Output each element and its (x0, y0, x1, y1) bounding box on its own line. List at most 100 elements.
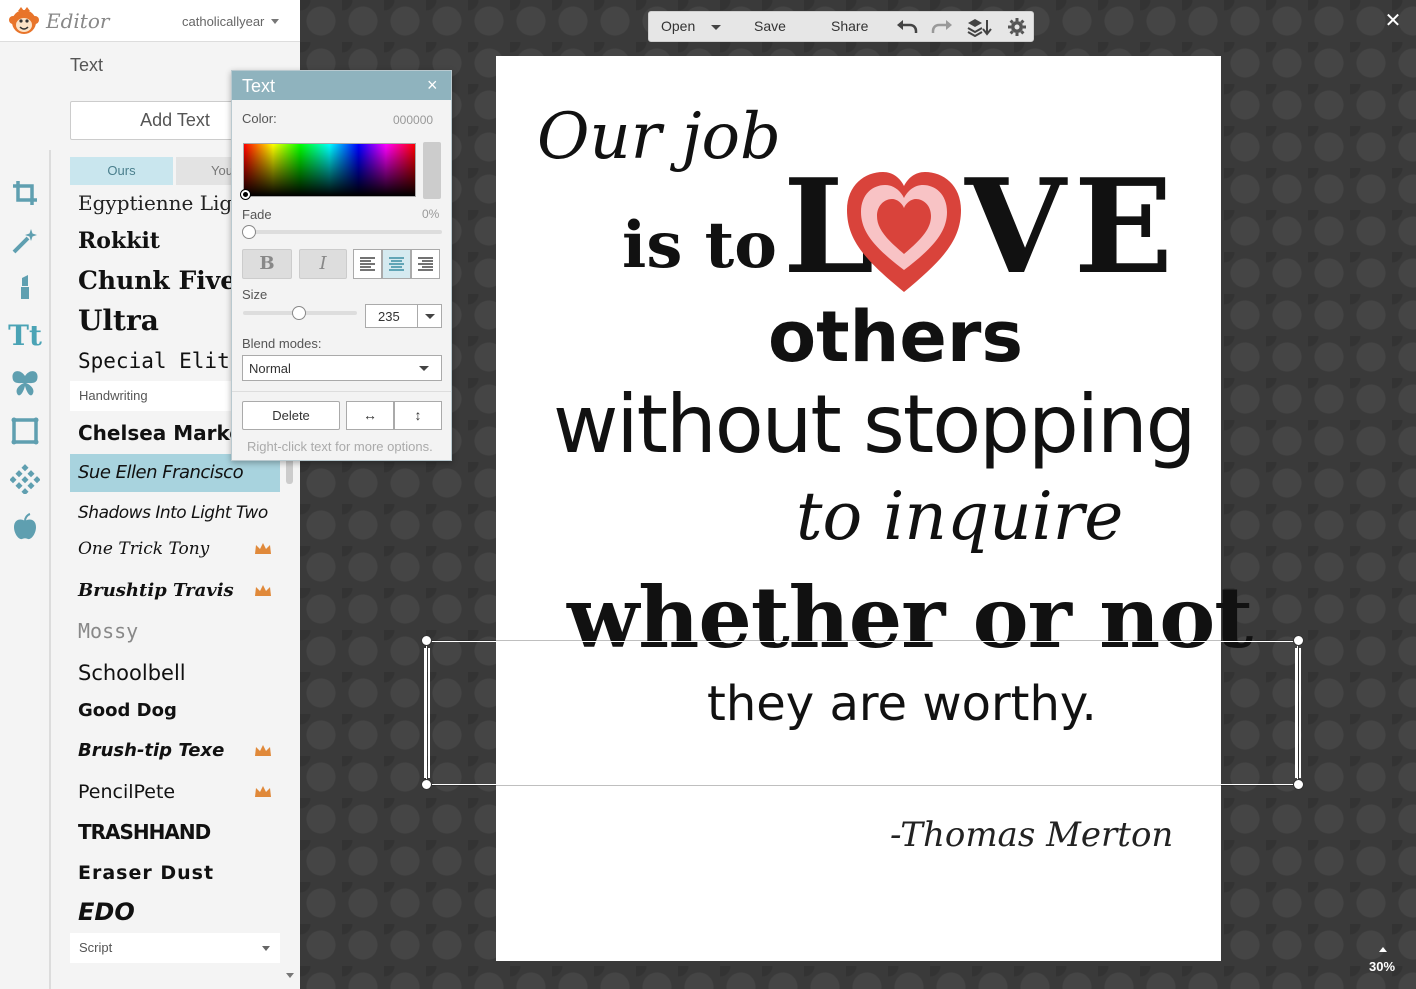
redo-icon[interactable] (931, 17, 953, 37)
quote-line-without-stopping[interactable]: without stopping (553, 378, 1196, 471)
size-slider-knob[interactable] (292, 306, 306, 320)
font-item-one-trick-tony[interactable]: One Trick Tony (70, 530, 280, 568)
quote-line-our-job[interactable]: Our job (537, 100, 781, 174)
divider (232, 391, 451, 392)
color-picker-marker[interactable] (241, 190, 250, 199)
app-header: Editor catholicallyear (0, 0, 300, 42)
monkey-logo-icon[interactable] (8, 6, 40, 36)
flip-horizontal-button[interactable]: ↔ (346, 401, 394, 430)
crown-icon (255, 585, 271, 596)
align-right-button[interactable] (411, 249, 440, 279)
color-spectrum[interactable] (243, 143, 416, 197)
crop-tool[interactable] (8, 176, 42, 210)
font-name: Brush-tip Texe (78, 740, 225, 761)
main-toolbar: Open Save Share (648, 11, 1034, 42)
overlays-tool[interactable] (8, 366, 42, 400)
align-right-icon (418, 257, 433, 271)
quote-author[interactable]: -Thomas Merton (890, 815, 1173, 855)
close-icon[interactable]: × (427, 75, 438, 96)
font-name: PencilPete (78, 781, 176, 803)
align-left-button[interactable] (353, 249, 382, 279)
bold-button[interactable]: B (242, 249, 292, 279)
font-list-scrollbar[interactable] (286, 458, 293, 484)
font-item-shadows-into-light[interactable]: Shadows Into Light Two (70, 494, 280, 532)
font-item-edo[interactable]: EDO (70, 893, 280, 931)
color-hex-value[interactable]: 000000 (393, 113, 433, 127)
layers-icon[interactable] (967, 17, 993, 37)
size-dropdown[interactable]: 235 (365, 304, 442, 328)
fade-value: 0% (422, 207, 440, 221)
quote-line-whether-or-not[interactable]: whether or not (567, 568, 1253, 667)
share-button[interactable]: Share (831, 12, 868, 41)
heart-graphic[interactable] (845, 170, 963, 295)
text-tool[interactable]: Tt (8, 318, 42, 352)
font-item-schoolbell[interactable]: Schoolbell (70, 654, 280, 692)
open-caret-icon[interactable] (711, 25, 721, 30)
font-item-brushtip-travis[interactable]: Brushtip Travis (70, 572, 280, 610)
resize-edge-right[interactable] (1295, 648, 1301, 778)
resize-handle-top-left[interactable] (421, 635, 432, 646)
delete-button[interactable]: Delete (242, 401, 340, 430)
handwriting-label: Handwriting (79, 388, 148, 403)
tool-rail: Tt (0, 150, 50, 989)
frame-icon (11, 417, 39, 445)
undo-icon[interactable] (896, 17, 918, 37)
font-item-brush-tip-texe[interactable]: Brush-tip Texe (70, 732, 280, 770)
frames-tool[interactable] (8, 414, 42, 448)
size-caret-button[interactable] (417, 305, 441, 327)
close-icon[interactable]: ✕ (1384, 11, 1402, 31)
magic-wand-icon (12, 229, 37, 254)
blend-mode-value: Normal (249, 361, 291, 376)
resize-edge-left[interactable] (424, 648, 430, 778)
butterfly-icon (12, 371, 38, 396)
resize-handle-bottom-left[interactable] (421, 779, 432, 790)
chevron-down-icon (262, 946, 270, 951)
fade-slider-track[interactable] (246, 230, 442, 234)
font-name: Brushtip Travis (78, 580, 234, 601)
text-properties-dialog: Text × Color: 000000 Fade 0% B I Size 23… (231, 70, 452, 461)
resize-handle-top-right[interactable] (1293, 635, 1304, 646)
gear-icon[interactable] (1006, 17, 1028, 37)
chevron-down-icon (419, 366, 429, 371)
align-center-icon (389, 257, 404, 271)
tab-ours[interactable]: Ours (70, 157, 173, 185)
quote-love-ve[interactable]: VE (965, 150, 1181, 303)
open-button[interactable]: Open (661, 12, 695, 41)
apple-icon (14, 513, 36, 540)
fade-label: Fade (242, 207, 272, 222)
themes-tool[interactable] (8, 510, 42, 544)
quote-line-to-inquire[interactable]: to inquire (796, 478, 1123, 555)
font-item-good-dog[interactable]: Good Dog (70, 692, 280, 730)
lightness-slider[interactable] (423, 142, 441, 199)
font-item-mossy[interactable]: Mossy (70, 612, 280, 650)
touch-up-tool[interactable] (8, 270, 42, 304)
font-item-trashhand[interactable]: TRASHHAND (70, 813, 280, 851)
textures-tool[interactable] (8, 462, 42, 496)
font-category-script[interactable]: Script (70, 933, 280, 963)
align-center-button[interactable] (382, 249, 411, 279)
effects-tool[interactable] (8, 224, 42, 258)
quote-line-others[interactable]: others (768, 296, 1023, 378)
quote-line-they-are-worthy[interactable]: they are worthy. (707, 676, 1097, 732)
zoom-expand-icon[interactable] (1379, 947, 1387, 952)
save-button[interactable]: Save (754, 12, 786, 41)
font-name: One Trick Tony (78, 539, 210, 559)
fade-slider-knob[interactable] (242, 225, 256, 239)
dialog-hint: Right-click text for more options. (247, 439, 433, 454)
quote-line-is-to[interactable]: is to (622, 208, 777, 283)
dialog-header[interactable]: Text × (232, 71, 451, 100)
account-name[interactable]: catholicallyear (182, 14, 264, 29)
resize-handle-bottom-right[interactable] (1293, 779, 1304, 790)
flip-vertical-button[interactable]: ↕ (394, 401, 442, 430)
align-left-icon (360, 257, 375, 271)
texture-icon (10, 464, 40, 494)
blend-mode-select[interactable]: Normal (242, 355, 442, 381)
zoom-level[interactable]: 30% (1369, 959, 1395, 974)
color-label: Color: (242, 111, 277, 126)
account-caret-icon[interactable] (271, 19, 279, 24)
italic-button[interactable]: I (299, 249, 347, 279)
font-item-eraser-dust[interactable]: Eraser Dust (70, 854, 280, 892)
scroll-down-icon[interactable] (286, 973, 294, 978)
size-label: Size (242, 287, 268, 302)
font-item-pencilpete[interactable]: PencilPete (70, 773, 280, 811)
